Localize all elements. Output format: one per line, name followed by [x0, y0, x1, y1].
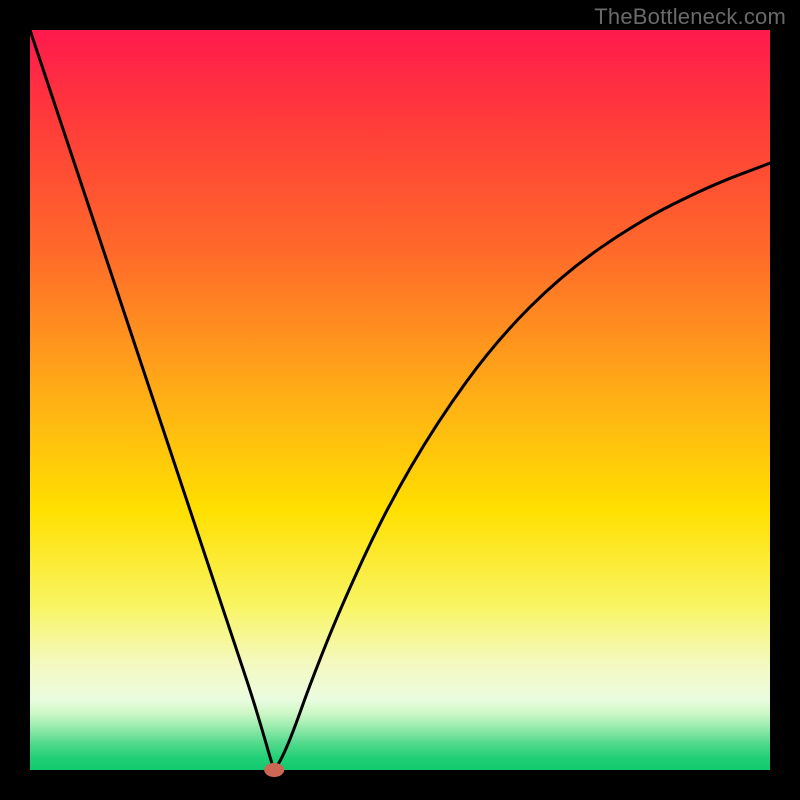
- minimum-marker: [264, 763, 284, 777]
- plot-background: [30, 30, 770, 770]
- chart-frame: TheBottleneck.com: [0, 0, 800, 800]
- watermark-label: TheBottleneck.com: [594, 4, 786, 30]
- bottleneck-chart: [0, 0, 800, 800]
